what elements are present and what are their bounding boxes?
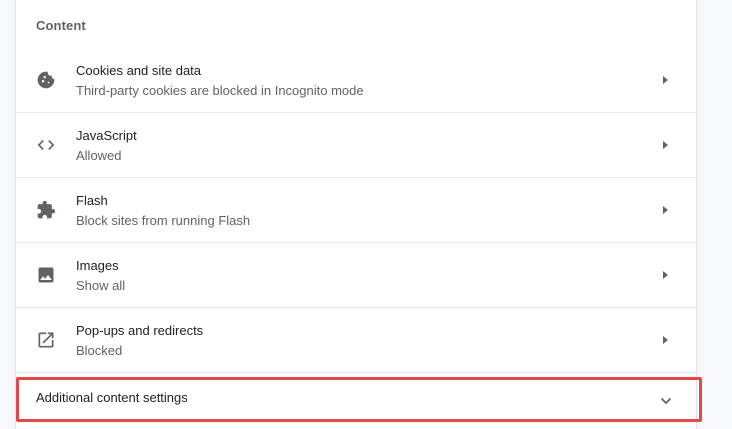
image-icon <box>36 265 56 285</box>
chevron-down-icon <box>660 392 672 405</box>
puzzle-piece-icon <box>36 200 56 220</box>
section-title: Content <box>36 18 86 33</box>
cookie-icon <box>36 70 56 90</box>
row-label: Images <box>76 258 119 273</box>
row-cookies-and-site-data[interactable]: Cookies and site data Third-party cookie… <box>16 48 696 112</box>
settings-page: Content Cookies and site data Third-part… <box>0 0 732 429</box>
content-settings-card: Content Cookies and site data Third-part… <box>16 0 696 429</box>
additional-content-settings-label: Additional content settings <box>36 390 188 405</box>
row-javascript[interactable]: JavaScript Allowed <box>16 112 696 176</box>
row-sublabel: Show all <box>76 278 126 293</box>
open-in-new-icon <box>36 330 56 350</box>
chevron-right-icon <box>660 334 670 346</box>
row-images[interactable]: Images Show all <box>16 242 696 306</box>
row-sublabel: Blocked <box>76 343 123 358</box>
chevron-right-icon <box>660 204 670 216</box>
additional-content-settings-toggle[interactable]: Additional content settings <box>16 372 696 420</box>
row-flash[interactable]: Flash Block sites from running Flash <box>16 177 696 241</box>
row-label: Flash <box>76 193 108 208</box>
chevron-right-icon <box>660 139 670 151</box>
chevron-right-icon <box>660 74 670 86</box>
row-label: Cookies and site data <box>76 63 202 78</box>
row-label: JavaScript <box>76 128 137 143</box>
row-sublabel: Block sites from running Flash <box>76 213 251 228</box>
row-sublabel: Third-party cookies are blocked in Incog… <box>76 83 364 98</box>
code-brackets-icon <box>36 135 56 155</box>
row-label: Pop-ups and redirects <box>76 323 204 338</box>
row-popups-and-redirects[interactable]: Pop-ups and redirects Blocked <box>16 307 696 371</box>
chevron-right-icon <box>660 269 670 281</box>
row-sublabel: Allowed <box>76 148 122 163</box>
